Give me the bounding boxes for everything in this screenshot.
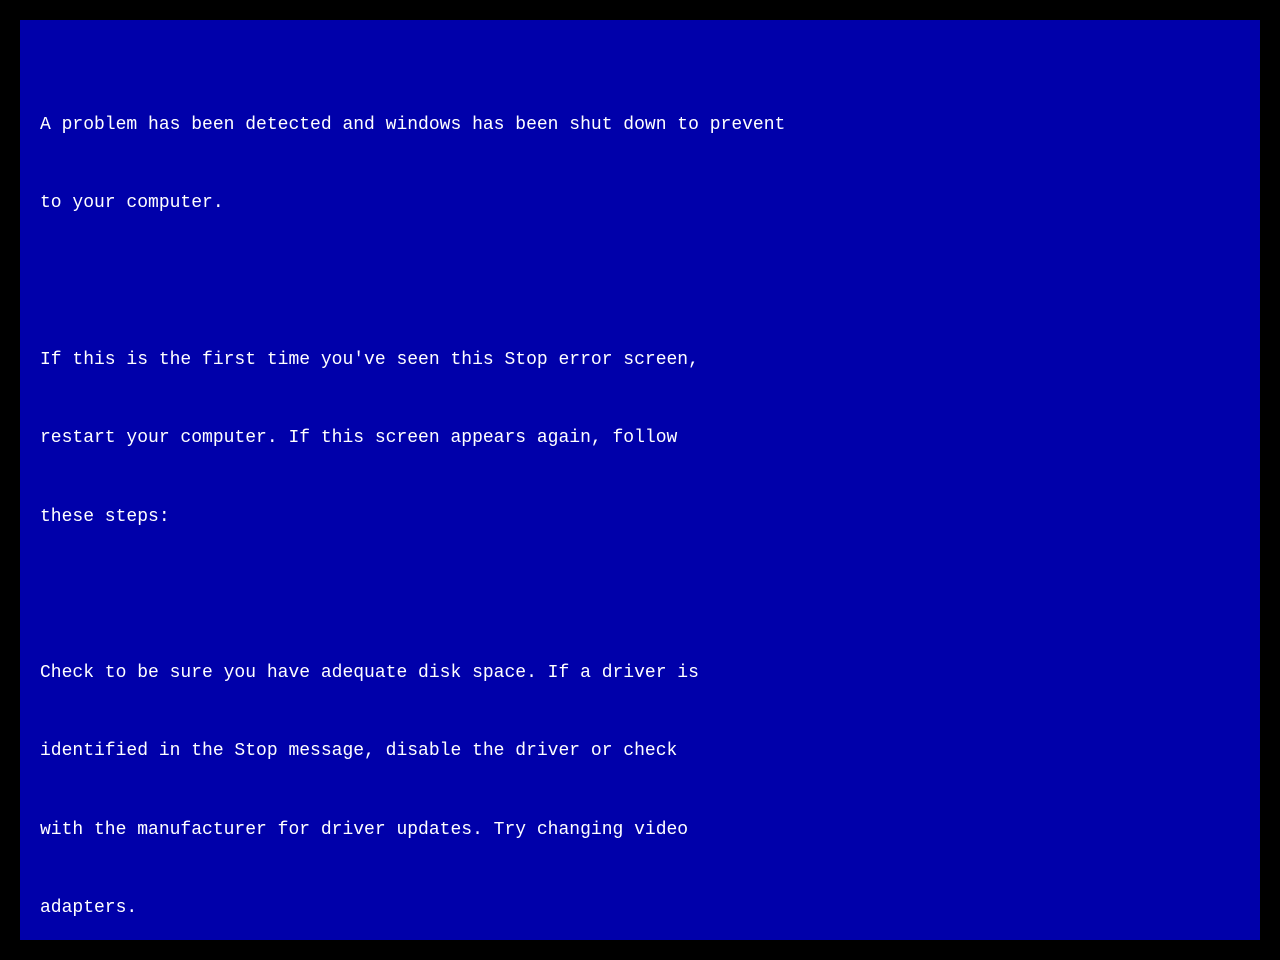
line-9: adapters. bbox=[40, 895, 1250, 921]
line-7: identified in the Stop message, disable … bbox=[40, 738, 1250, 764]
spacer-2 bbox=[40, 582, 1250, 608]
bsod-content: A problem has been detected and windows … bbox=[40, 60, 1250, 920]
line-1: A problem has been detected and windows … bbox=[40, 112, 1250, 138]
line-6: Check to be sure you have adequate disk … bbox=[40, 660, 1250, 686]
line-5: these steps: bbox=[40, 504, 1250, 530]
line-2: to your computer. bbox=[40, 190, 1250, 216]
line-3: If this is the first time you've seen th… bbox=[40, 347, 1250, 373]
line-8: with the manufacturer for driver updates… bbox=[40, 817, 1250, 843]
line-4: restart your computer. If this screen ap… bbox=[40, 425, 1250, 451]
bsod-screen: A problem has been detected and windows … bbox=[20, 20, 1260, 940]
spacer-1 bbox=[40, 269, 1250, 295]
